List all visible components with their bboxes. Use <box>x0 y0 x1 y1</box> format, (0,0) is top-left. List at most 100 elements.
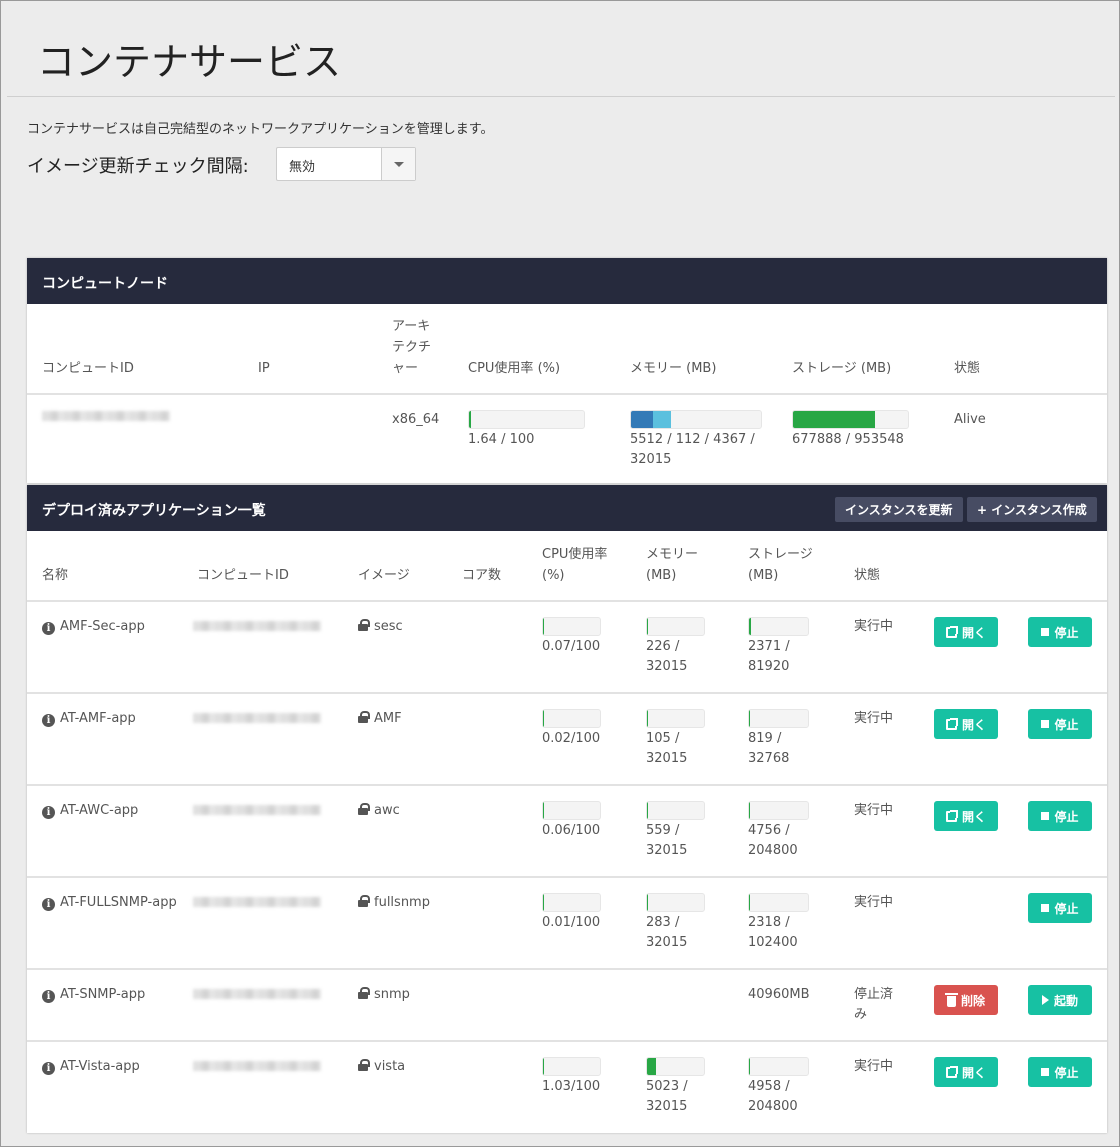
open-button[interactable]: 開く <box>934 1057 998 1087</box>
external-link-icon <box>945 717 958 730</box>
app-name-text: AT-SNMP-app <box>60 987 146 1002</box>
page-description: コンテナサービスは自己完結型のネットワークアプリケーションを管理します。 <box>27 122 494 137</box>
stop-button[interactable]: 停止 <box>1028 893 1092 923</box>
app-memory-fill <box>647 1058 656 1075</box>
col-name: 名称 <box>42 568 69 583</box>
open-button-label: 開く <box>961 717 986 732</box>
app-cpu-bar <box>542 1057 601 1076</box>
external-link-icon <box>945 625 958 638</box>
trash-icon <box>944 992 958 1007</box>
node-memory-text: 5512 / 112 / 4367 / 32015 <box>630 432 755 467</box>
interval-label: イメージ更新チェック間隔: <box>27 156 249 177</box>
app-compute-id-redacted <box>193 989 321 999</box>
app-compute-id-redacted <box>193 897 321 907</box>
start-button[interactable]: 起動 <box>1028 985 1092 1015</box>
delete-button[interactable]: 削除 <box>934 985 998 1015</box>
lock-icon <box>358 1059 370 1071</box>
interval-select-value: 無効 <box>289 160 316 175</box>
action-button-label: 停止 <box>1054 1065 1079 1080</box>
app-image-text: fullsnmp <box>374 895 430 910</box>
app-memory-text: 226 / 32015 <box>646 639 688 674</box>
info-icon[interactable]: i <box>42 898 55 911</box>
node-arch: x86_64 <box>392 412 440 427</box>
app-name-text: AMF-Sec-app <box>60 619 145 634</box>
app-name[interactable]: i AT-AMF-app <box>42 709 182 729</box>
app-storage-bar <box>748 801 809 820</box>
app-storage-bar <box>748 709 809 728</box>
info-icon[interactable]: i <box>42 806 55 819</box>
app-memory-fill <box>647 710 648 727</box>
open-button-label: 開く <box>961 809 986 824</box>
node-status: Alive <box>954 412 986 427</box>
app-status: 停止済み <box>854 987 894 1022</box>
app-image: awc <box>358 801 400 821</box>
app-memory-fill <box>647 618 648 635</box>
app-name[interactable]: i AT-FULLSNMP-app <box>42 893 182 913</box>
stop-button[interactable]: 停止 <box>1028 801 1092 831</box>
app-cpu-bar <box>542 617 601 636</box>
app-compute-id-redacted <box>193 805 321 815</box>
col-app-storage: ストレージ (MB) <box>748 547 813 583</box>
app-storage-bar <box>748 617 809 636</box>
action-button-label: 停止 <box>1054 901 1079 916</box>
app-storage-text: 40960MB <box>748 987 810 1002</box>
stop-icon <box>1041 812 1050 820</box>
external-link-icon <box>945 809 958 822</box>
info-icon[interactable]: i <box>42 622 55 635</box>
info-icon[interactable]: i <box>42 990 55 1003</box>
stop-icon <box>1041 904 1050 912</box>
app-cpu-fill <box>543 710 544 727</box>
open-button[interactable]: 開く <box>934 617 998 647</box>
node-storage-fill <box>793 411 875 428</box>
app-image: AMF <box>358 709 402 729</box>
create-instance-button[interactable]: + インスタンス作成 <box>967 497 1097 522</box>
node-cpu-text: 1.64 / 100 <box>468 432 535 447</box>
refresh-instances-button[interactable]: インスタンスを更新 <box>835 497 963 522</box>
app-image: fullsnmp <box>358 893 430 913</box>
compute-nodes-title: コンピュートノード <box>42 276 168 292</box>
node-memory-fill-cache <box>653 411 672 428</box>
stop-button[interactable]: 停止 <box>1028 617 1092 647</box>
app-cpu-text: 0.06/100 <box>542 823 601 838</box>
app-name-text: AT-AWC-app <box>60 803 139 818</box>
stop-button[interactable]: 停止 <box>1028 709 1092 739</box>
lock-icon <box>358 895 370 907</box>
col-compute-id: コンピュートID <box>42 361 134 376</box>
open-button-label: 開く <box>961 1065 986 1080</box>
app-storage-fill <box>749 894 751 911</box>
app-storage-fill <box>749 618 751 635</box>
app-cpu-text: 1.03/100 <box>542 1079 601 1094</box>
info-icon[interactable]: i <box>42 714 55 727</box>
interval-select[interactable]: 無効 <box>276 147 416 181</box>
deployed-apps-title: デプロイ済みアプリケーション一覧 <box>42 503 266 519</box>
col-image: イメージ <box>358 568 410 583</box>
compute-nodes-panel: コンピュートノード コンピュートID IP アーキテクチャー CPU使用率 (%… <box>27 258 1107 483</box>
app-cpu-bar <box>542 801 601 820</box>
row-divider <box>27 968 1107 970</box>
action-button-label: 停止 <box>1054 809 1079 824</box>
col-arch: アーキテクチャー <box>392 319 432 376</box>
stop-icon <box>1041 628 1050 636</box>
lock-icon <box>358 803 370 815</box>
info-icon[interactable]: i <box>42 1062 55 1075</box>
open-button[interactable]: 開く <box>934 801 998 831</box>
app-name[interactable]: i AT-SNMP-app <box>42 985 182 1005</box>
compute-nodes-header: コンピュートノード <box>27 258 1107 304</box>
app-storage-text: 4756 / 204800 <box>748 823 798 858</box>
app-name[interactable]: i AMF-Sec-app <box>42 617 182 637</box>
app-image: vista <box>358 1057 405 1077</box>
app-status: 実行中 <box>854 619 894 634</box>
app-storage-text: 819 / 32768 <box>748 731 790 766</box>
action-button-label: 起動 <box>1053 993 1078 1008</box>
app-memory-bar <box>646 893 705 912</box>
app-name[interactable]: i AT-Vista-app <box>42 1057 182 1077</box>
app-memory-bar <box>646 801 705 820</box>
app-image-text: AMF <box>374 711 402 726</box>
app-cpu-fill <box>543 802 544 819</box>
chevron-down-icon[interactable] <box>381 148 415 180</box>
app-storage-fill <box>749 1058 751 1075</box>
open-button[interactable]: 開く <box>934 709 998 739</box>
stop-button[interactable]: 停止 <box>1028 1057 1092 1087</box>
app-compute-id-redacted <box>193 713 321 723</box>
app-name[interactable]: i AT-AWC-app <box>42 801 182 821</box>
